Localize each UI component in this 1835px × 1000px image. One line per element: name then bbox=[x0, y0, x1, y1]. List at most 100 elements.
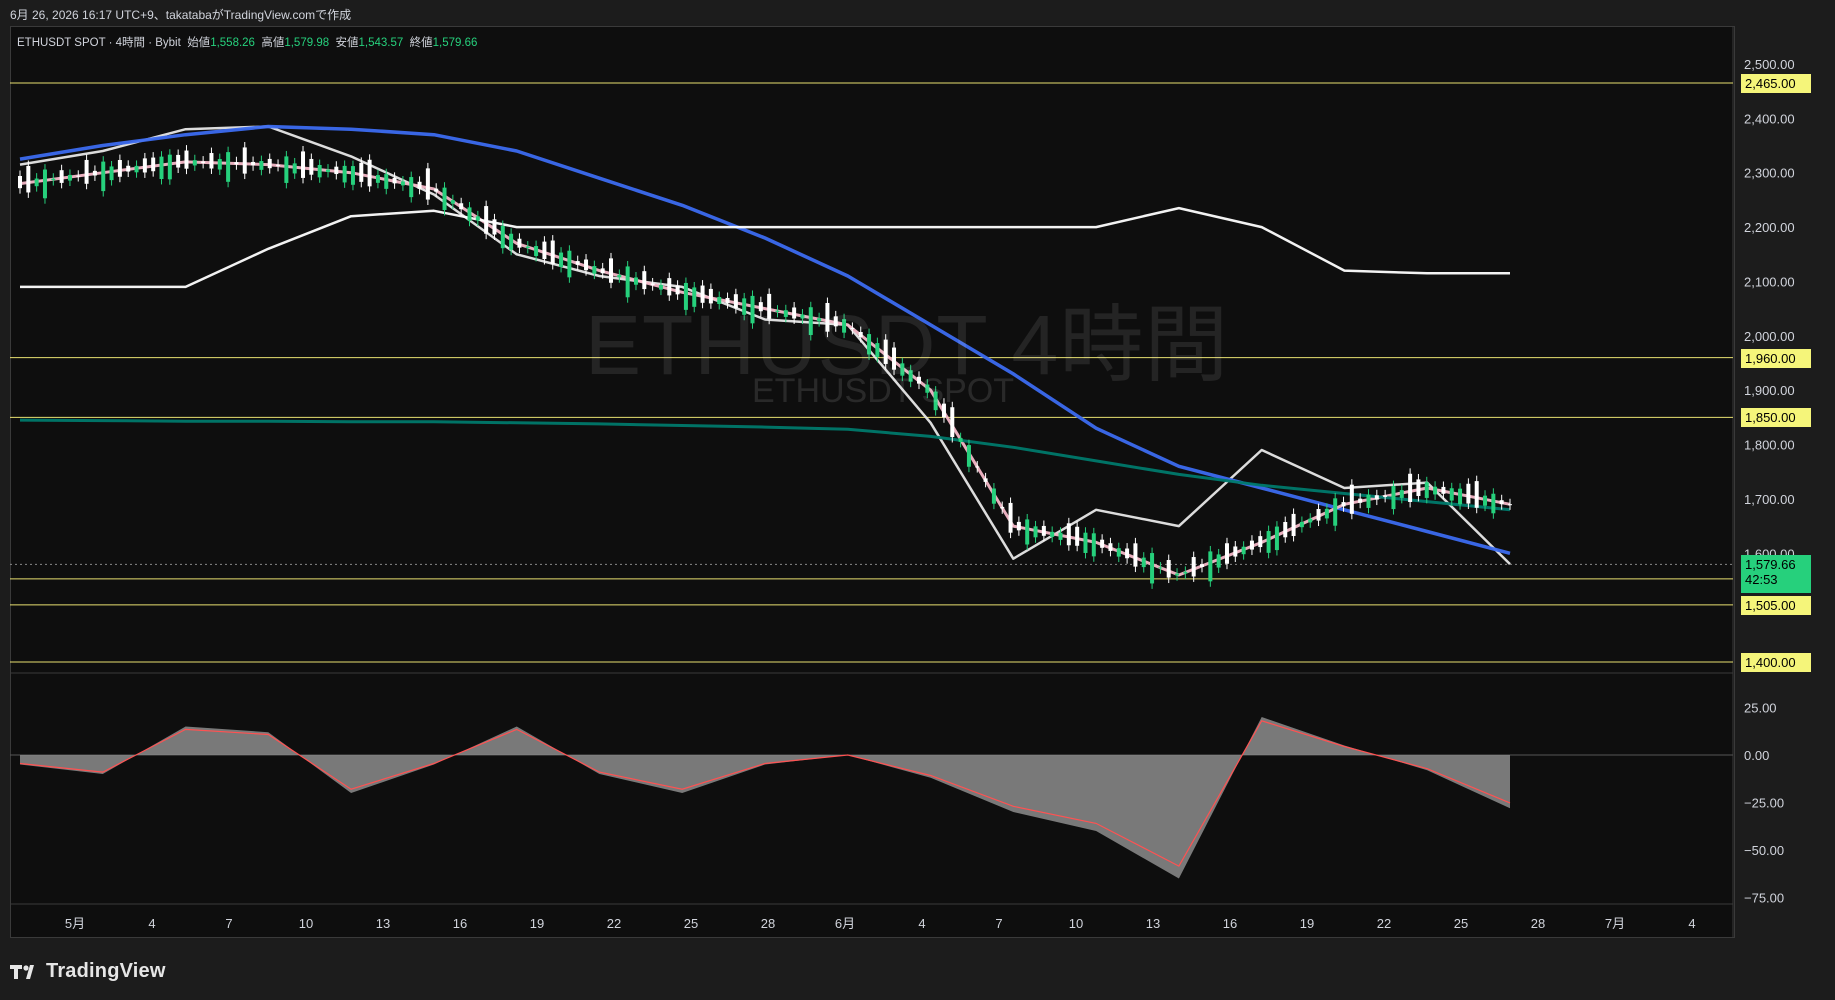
candle-body bbox=[1050, 531, 1055, 537]
candle-body bbox=[350, 166, 355, 185]
candle-body bbox=[325, 169, 330, 172]
candle-body bbox=[975, 466, 980, 468]
candle-body bbox=[1424, 482, 1429, 498]
time-tick-label: 13 bbox=[1146, 916, 1160, 931]
candle-body bbox=[1125, 548, 1130, 559]
level-price-tag: 1,400.00 bbox=[1741, 653, 1811, 672]
tradingview-logo[interactable]: TradingView bbox=[10, 960, 166, 983]
price-tick-label: 2,300.00 bbox=[1744, 166, 1795, 181]
candle-body bbox=[392, 177, 397, 184]
candle-body bbox=[176, 154, 181, 168]
time-tick-label: 28 bbox=[1531, 916, 1545, 931]
candle-body bbox=[1249, 540, 1254, 550]
candle-body bbox=[559, 252, 564, 267]
oscillator-tick-label: 0.00 bbox=[1744, 748, 1769, 763]
candle-body bbox=[1433, 486, 1438, 495]
candle-body bbox=[1033, 526, 1038, 538]
high-value: 1,579.98 bbox=[284, 37, 330, 49]
oscillator-tick-label: −50.00 bbox=[1744, 843, 1784, 858]
candle-body bbox=[534, 246, 539, 257]
countdown-timer: 42:53 bbox=[1745, 572, 1778, 588]
candle-body bbox=[384, 174, 389, 189]
candle-body bbox=[584, 259, 589, 271]
close-value: 1,579.66 bbox=[432, 37, 478, 49]
candle-body bbox=[84, 159, 89, 184]
time-tick-label: 19 bbox=[530, 916, 544, 931]
high-label: 高値 bbox=[261, 37, 285, 49]
candle-body bbox=[301, 151, 306, 178]
candle-body bbox=[26, 165, 31, 193]
price-tick-label: 1,700.00 bbox=[1744, 492, 1795, 507]
price-tick-label: 2,400.00 bbox=[1744, 111, 1795, 126]
candle-body bbox=[1316, 508, 1321, 521]
candle-body bbox=[1025, 519, 1030, 545]
symbol-label: ETHUSDT SPOT · 4時間 · Bybit bbox=[17, 37, 181, 49]
candle-body bbox=[1224, 543, 1229, 564]
low-label: 安値 bbox=[335, 37, 359, 49]
time-tick-label: 22 bbox=[607, 916, 621, 931]
current-price-value: 1,579.66 bbox=[1745, 557, 1796, 573]
candle-body bbox=[1133, 543, 1138, 567]
candle-body bbox=[1374, 495, 1379, 500]
watermark-subtitle: ETHUSDT SPOT bbox=[752, 372, 1014, 410]
candle-body bbox=[51, 178, 56, 181]
price-tick-label: 2,100.00 bbox=[1744, 274, 1795, 289]
current-price-tag: 1,579.66 42:53 bbox=[1741, 555, 1811, 594]
candle-body bbox=[409, 177, 414, 198]
candle-body bbox=[1083, 532, 1088, 553]
candle-body bbox=[600, 268, 605, 274]
candle-body bbox=[575, 261, 580, 265]
candle-body bbox=[1308, 518, 1313, 523]
candle-body bbox=[1499, 500, 1504, 505]
candle-body bbox=[42, 169, 47, 199]
time-tick-label: 28 bbox=[761, 916, 775, 931]
candle-body bbox=[142, 158, 147, 173]
oscillator-area bbox=[20, 717, 1510, 879]
time-tick-label: 10 bbox=[299, 916, 313, 931]
candle-body bbox=[517, 238, 522, 248]
candle-body bbox=[1399, 490, 1404, 498]
candle-body bbox=[550, 240, 555, 265]
candle-body bbox=[367, 159, 372, 187]
candle-body bbox=[983, 478, 988, 482]
candle-body bbox=[1358, 498, 1363, 503]
candle-body bbox=[991, 488, 996, 504]
candle-body bbox=[1183, 571, 1188, 574]
candle-body bbox=[1075, 526, 1080, 546]
candle-body bbox=[1283, 521, 1288, 538]
low-value: 1,543.57 bbox=[358, 37, 404, 49]
candle-body bbox=[1299, 521, 1304, 528]
candle-body bbox=[475, 216, 480, 221]
price-tick-label: 2,500.00 bbox=[1744, 57, 1795, 72]
candle-body bbox=[950, 407, 955, 438]
candle-body bbox=[92, 170, 97, 176]
candle-body bbox=[276, 164, 281, 166]
level-price-tag: 1,850.00 bbox=[1741, 408, 1811, 428]
candle-body bbox=[18, 175, 22, 189]
candle-body bbox=[966, 445, 971, 467]
candle-body bbox=[434, 188, 439, 192]
candle-body bbox=[617, 274, 622, 278]
candle-body bbox=[1458, 488, 1463, 505]
time-tick-label: 10 bbox=[1069, 916, 1083, 931]
candle-body bbox=[242, 147, 247, 174]
candle-body bbox=[1366, 494, 1371, 508]
candle-body bbox=[1150, 553, 1155, 584]
candle-body bbox=[309, 158, 314, 175]
chart-canvas[interactable]: 2,500.00 2,400.00 2,300.00 2,200.00 2,100.00… bbox=[0, 0, 1835, 1000]
level-price-tag: 1,505.00 bbox=[1741, 595, 1811, 615]
candle-body bbox=[500, 225, 505, 249]
candle-body bbox=[1383, 495, 1388, 497]
candle-body bbox=[1474, 481, 1479, 508]
candle-body bbox=[259, 161, 264, 170]
candle-body bbox=[76, 175, 81, 177]
candle-body bbox=[1066, 523, 1071, 546]
candle-body bbox=[159, 156, 164, 180]
candle-body bbox=[1408, 473, 1413, 502]
candle-body bbox=[1241, 546, 1246, 555]
candle-body bbox=[375, 175, 380, 183]
time-tick-label: 25 bbox=[684, 916, 698, 931]
candle-body bbox=[1000, 506, 1005, 509]
oscillator-tick-label: 25.00 bbox=[1744, 701, 1777, 716]
candle-body bbox=[1233, 546, 1238, 557]
